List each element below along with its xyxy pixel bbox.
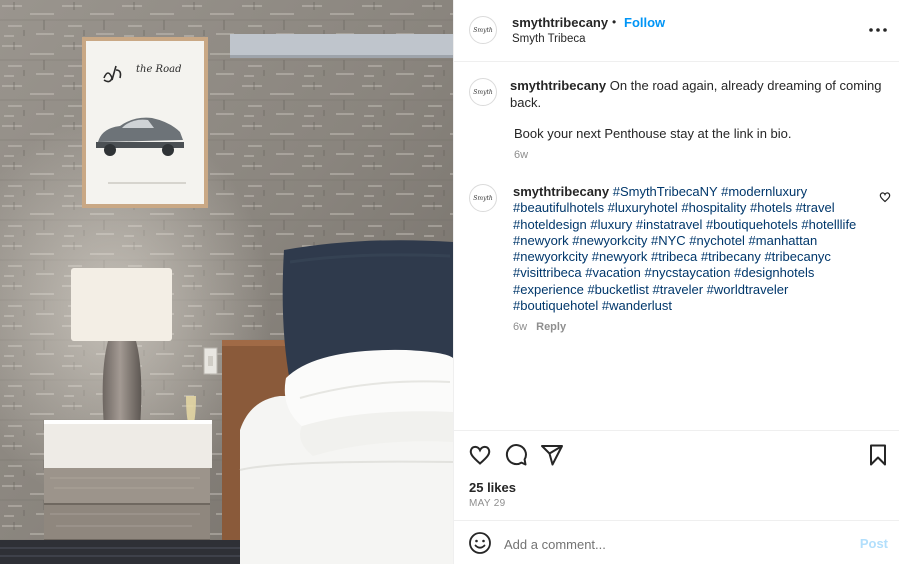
- poster-caption: the Road: [136, 64, 181, 75]
- rug: [0, 540, 240, 564]
- share-send-icon[interactable]: [540, 443, 564, 467]
- comment-timestamp: 6w: [513, 321, 528, 333]
- comment-username[interactable]: smythtribecany: [513, 184, 609, 199]
- caption-avatar[interactable]: Smyth: [469, 78, 497, 106]
- comment-avatar[interactable]: Smyth: [469, 184, 497, 212]
- caption-book-line: Book your next Penthouse stay at the lin…: [514, 126, 792, 141]
- comment-like-heart-icon[interactable]: [879, 191, 891, 203]
- post-actions: 25 likes MAY 29: [454, 430, 899, 520]
- follow-button[interactable]: Follow: [624, 15, 665, 30]
- comment-bubble-icon[interactable]: [504, 443, 528, 467]
- framed-poster: the Road: [82, 37, 208, 208]
- caption-username[interactable]: smythtribecany: [510, 78, 606, 93]
- save-bookmark-icon[interactable]: [866, 443, 890, 467]
- wall-light-fixture: [230, 34, 453, 58]
- more-options-icon[interactable]: [868, 20, 888, 40]
- comments-section[interactable]: Smyth smythtribecany On the road again, …: [454, 62, 899, 430]
- lamp-base: [102, 341, 142, 431]
- hashtag-comment: smythtribecany #SmythTribecaNY #modernlu…: [513, 184, 863, 314]
- hotel-room-image: the Road: [0, 0, 453, 564]
- separator-dot: •: [612, 15, 617, 29]
- nightstand: [44, 420, 212, 541]
- hashtag-list[interactable]: #SmythTribecaNY #modernluxury #beautiful…: [513, 184, 856, 313]
- avatar[interactable]: Smyth: [469, 16, 497, 44]
- reply-button[interactable]: Reply: [536, 321, 566, 333]
- comment-input[interactable]: [504, 533, 844, 555]
- like-heart-icon[interactable]: [468, 443, 492, 467]
- caption-timestamp: 6w: [514, 149, 529, 161]
- post-comment-button[interactable]: Post: [860, 536, 888, 551]
- comment-meta: 6w Reply: [513, 321, 566, 333]
- add-comment-bar: Post: [454, 520, 899, 564]
- avatar-logo-text: Smyth: [473, 194, 493, 202]
- post-header: Smyth smythtribecany • Follow Smyth Trib…: [454, 0, 899, 62]
- avatar-logo-text: Smyth: [473, 26, 493, 34]
- post-date: MAY 29: [469, 498, 506, 509]
- post-photo[interactable]: the Road: [0, 0, 453, 564]
- location-link[interactable]: Smyth Tribeca: [512, 33, 586, 45]
- likes-count[interactable]: 25 likes: [469, 480, 516, 495]
- caption-text: smythtribecany On the road again, alread…: [510, 78, 885, 111]
- instagram-post: the Road Smyth smythtribecany • Follow S…: [0, 0, 899, 564]
- emoji-icon[interactable]: [468, 531, 492, 555]
- header-username[interactable]: smythtribecany: [512, 15, 608, 30]
- post-sidebar: Smyth smythtribecany • Follow Smyth Trib…: [453, 0, 899, 564]
- avatar-logo-text: Smyth: [473, 88, 493, 96]
